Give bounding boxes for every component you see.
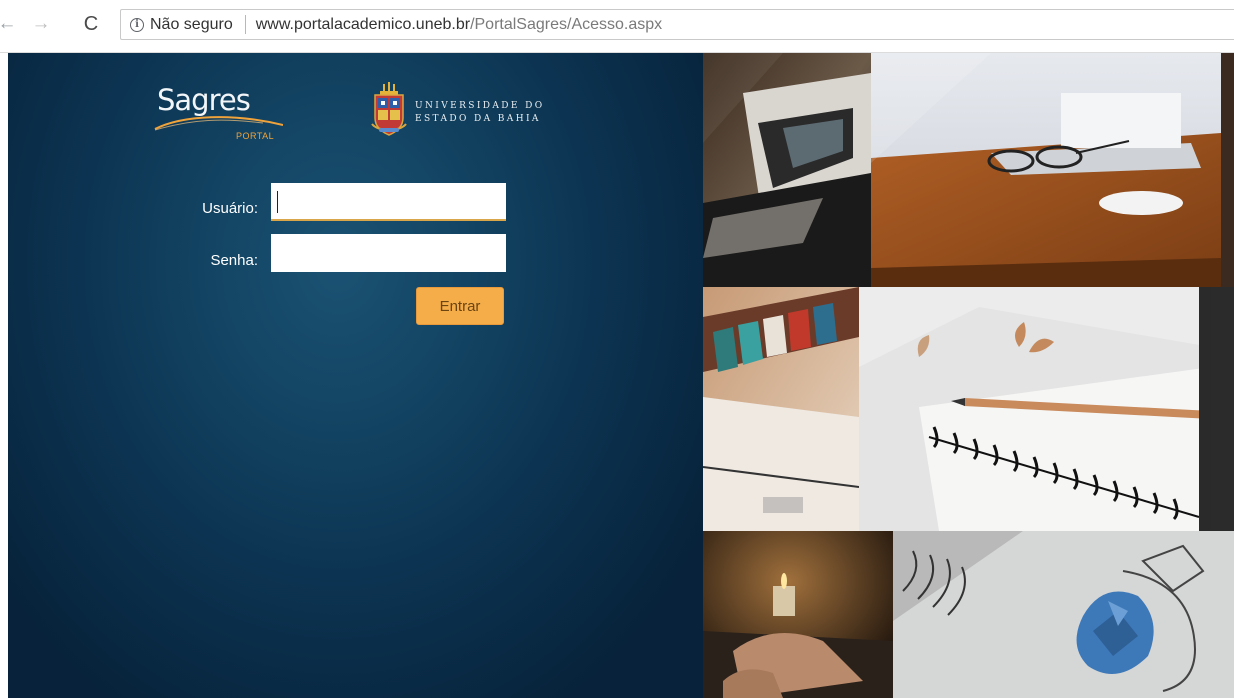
login-button[interactable]: Entrar (416, 287, 504, 325)
reload-icon[interactable]: C (80, 10, 102, 38)
paper-ball-sketch-photo (893, 531, 1234, 698)
url-path[interactable]: /PortalSagres/Acesso.aspx (470, 16, 662, 34)
uneb-crest-icon (371, 82, 407, 136)
omnibox-divider (244, 15, 246, 34)
collage-edge-strip (1221, 53, 1234, 287)
security-label[interactable]: Não seguro (150, 16, 233, 34)
username-label: Usuário: (202, 200, 258, 217)
magazines-photo (703, 53, 871, 287)
browser-toolbar: ← → C i Não seguro www.portalacademico.u… (0, 0, 1234, 53)
back-arrow-icon[interactable]: ← (0, 10, 17, 38)
url-host[interactable]: www.portalacademico.uneb.br (256, 16, 470, 34)
password-input[interactable] (271, 234, 506, 272)
university-name-line1: UNIVERSIDADE DO (415, 101, 545, 111)
photo-collage (703, 53, 1234, 698)
sagres-logo-word: Sagres (157, 83, 251, 117)
address-bar[interactable]: i Não seguro www.portalacademico.uneb.br… (120, 9, 1234, 40)
sagres-logo-sub: PORTAL (236, 131, 275, 141)
sagres-swoosh-icon (154, 116, 283, 131)
books-photo (703, 287, 859, 531)
forward-arrow-icon[interactable]: → (30, 10, 52, 38)
university-name-line2: ESTADO DA BAHIA (415, 114, 541, 124)
login-panel: Sagres PORTAL UNIVERSIDADE DO ESTADO DA … (8, 53, 703, 698)
university-name: UNIVERSIDADE DO ESTADO DA BAHIA (415, 100, 545, 126)
notebook-pencil-photo (859, 287, 1211, 531)
text-cursor (277, 191, 278, 213)
info-circle-icon[interactable]: i (130, 17, 144, 32)
candle-typing-photo (703, 531, 893, 698)
password-label: Senha: (210, 252, 258, 269)
sagres-portal-logo: Sagres PORTAL (153, 83, 283, 151)
laptop-glasses-photo (871, 53, 1221, 287)
username-input[interactable] (271, 183, 506, 221)
